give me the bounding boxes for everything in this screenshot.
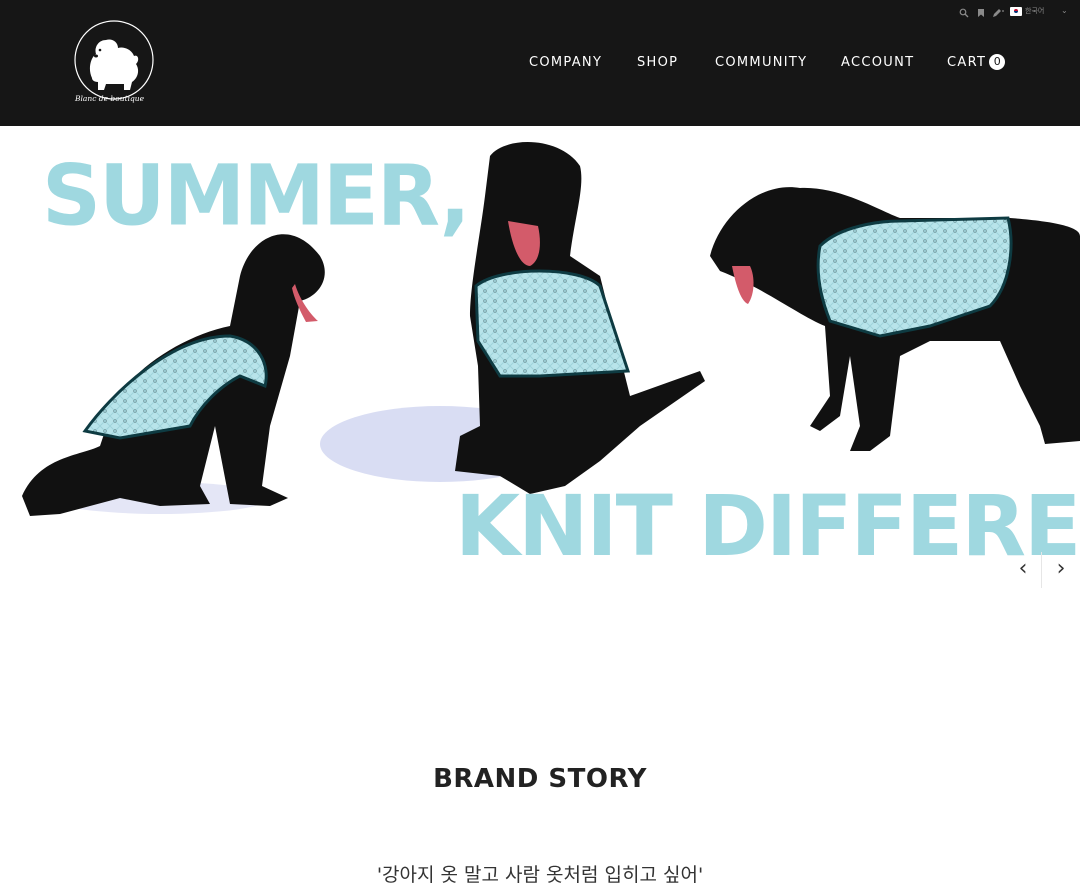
pencil-icon[interactable] <box>992 5 1004 17</box>
slider-prev-button[interactable]: ‹ <box>1008 554 1038 584</box>
site-header: Blanc de boutique COMPANY SHOP COMMUNITY… <box>0 0 1080 126</box>
logo-wordmark: Blanc de boutique <box>74 94 145 103</box>
cart-count-badge: 0 <box>989 54 1006 70</box>
dog-right <box>710 187 1080 451</box>
hero-headline-bottom: KNIT DIFFERENT <box>455 477 1080 575</box>
slider-divider <box>1041 552 1042 588</box>
nav-company[interactable]: COMPANY <box>529 54 602 72</box>
chevron-down-icon: ⌄ <box>1061 6 1068 15</box>
bookmark-icon[interactable] <box>976 5 988 17</box>
nav-cart-label: CART <box>947 55 987 70</box>
dog-left <box>22 234 325 516</box>
hero-slider: SUMMER, KNIT DIFFERE ‹ › <box>0 126 1080 596</box>
search-icon[interactable] <box>959 5 971 18</box>
utility-bar: 한국어 ⌄ <box>956 5 1074 19</box>
brand-story-title: BRAND STORY <box>433 764 647 794</box>
dog-center <box>455 142 705 495</box>
nav-account[interactable]: ACCOUNT <box>841 54 914 72</box>
nav-community[interactable]: COMMUNITY <box>715 54 807 72</box>
nav-shop[interactable]: SHOP <box>637 54 678 72</box>
korea-flag-icon <box>1010 7 1022 16</box>
language-label: 한국어 <box>1025 7 1045 15</box>
brand-story-quote: '강아지 옷 말고 사람 옷처럼 입히고 싶어' <box>376 864 704 886</box>
nav-cart[interactable]: CART 0 <box>947 54 1006 72</box>
main-nav: COMPANY SHOP COMMUNITY ACCOUNT CART 0 <box>0 54 1080 72</box>
slider-next-button[interactable]: › <box>1046 554 1076 584</box>
language-selector[interactable]: 한국어 ⌄ <box>1010 5 1072 19</box>
